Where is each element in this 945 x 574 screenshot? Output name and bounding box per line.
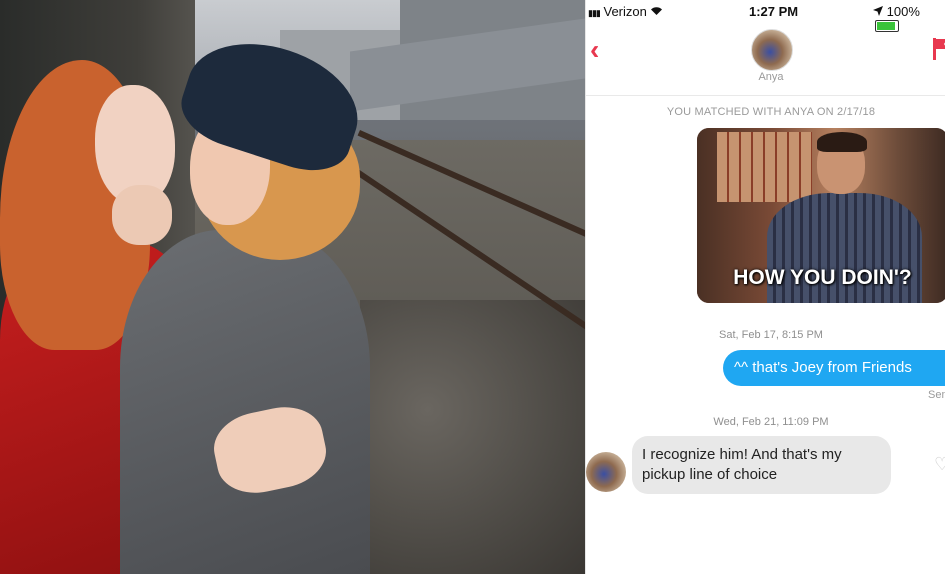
clock: 1:27 PM	[749, 4, 799, 19]
flag-icon[interactable]	[933, 38, 945, 60]
wifi-icon	[650, 4, 663, 19]
carrier-label: Verizon	[603, 4, 647, 19]
status-bar: ▮▮▮ Verizon 1:27 PM 100%	[586, 0, 945, 32]
grey-coat	[120, 230, 370, 574]
gif-caption: HOW YOU DOIN'?	[733, 266, 912, 289]
location-arrow-icon	[873, 4, 887, 19]
signal-icon: ▮▮▮	[588, 8, 601, 18]
timestamp: Sat, Feb 17, 8:15 PM	[719, 329, 823, 341]
heart-icon[interactable]: ♡	[934, 454, 945, 475]
sent-message-bubble[interactable]: ^^ that's Joey from Friends	[723, 350, 945, 386]
avatar[interactable]	[751, 29, 793, 71]
battery-label: 100%	[886, 4, 920, 19]
hand	[112, 185, 172, 245]
gif-window	[717, 132, 812, 202]
match-notice: YOU MATCHED WITH ANYA ON 2/17/18	[666, 106, 876, 118]
timestamp: Wed, Feb 21, 11:09 PM	[713, 416, 829, 428]
gravel	[360, 300, 585, 574]
match-name[interactable]: Anya	[586, 71, 945, 83]
avatar[interactable]	[586, 452, 626, 492]
received-message-bubble[interactable]: I recognize him! And that's my pickup li…	[632, 436, 891, 494]
sent-status: Sent	[928, 389, 945, 401]
couple-photo	[0, 0, 585, 574]
chat-screenshot: ▮▮▮ Verizon 1:27 PM 100% ‹ Anya YOU MATC…	[585, 0, 945, 574]
battery-icon	[875, 20, 899, 32]
back-chevron-icon[interactable]: ‹	[590, 36, 599, 64]
gif-message[interactable]: HOW YOU DOIN'?	[697, 128, 945, 303]
header-divider	[586, 95, 945, 96]
